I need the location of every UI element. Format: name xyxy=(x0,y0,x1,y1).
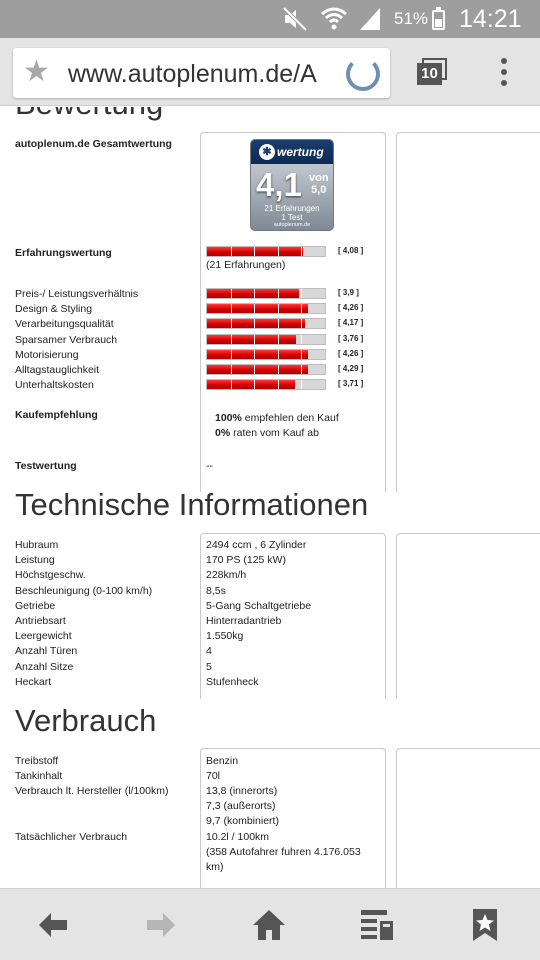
bookmark-star-icon[interactable]: ★ xyxy=(23,57,50,87)
spec-value: 4 xyxy=(206,645,212,657)
technik-column-2 xyxy=(396,533,540,699)
rating-bar xyxy=(206,364,326,375)
spec-label: Beschleunigung (0-100 km/h) xyxy=(15,585,153,597)
criterion-label: Design & Styling xyxy=(15,303,93,315)
spec-label: Leistung xyxy=(15,554,55,566)
back-button[interactable] xyxy=(0,889,108,960)
spec-label: Verbrauch lt. Hersteller (l/100km) xyxy=(15,785,169,797)
forward-button[interactable] xyxy=(108,889,216,960)
browser-toolbar: ★ www.autoplenum.de/A 10 xyxy=(0,38,540,106)
menu-icon[interactable] xyxy=(498,58,510,88)
reload-icon[interactable] xyxy=(346,57,380,91)
bookmarks-button[interactable] xyxy=(432,889,540,960)
spec-value: 228km/h xyxy=(206,569,247,581)
kauf-positive: 100% empfehlen den Kauf xyxy=(215,412,339,424)
spec-label: Höchstgeschw. xyxy=(15,569,86,581)
spec-label: Antriebsart xyxy=(15,615,66,627)
clock: 14:21 xyxy=(459,5,522,33)
rating-value: [ 4,26 ] xyxy=(338,349,364,358)
rating-value: [ 4,08 ] xyxy=(338,246,364,255)
section-heading-bewertung: Bewertung xyxy=(15,107,163,122)
testwertung-value: -- xyxy=(206,460,213,472)
spec-value: 9,7 (kombiniert) xyxy=(206,815,279,827)
badge-score: 4,1 xyxy=(256,166,302,203)
tabs-button[interactable]: 10 xyxy=(417,58,447,86)
spec-value: 70l xyxy=(206,770,221,782)
rating-value: [ 3,76 ] xyxy=(338,334,364,343)
page-content: Bewertung autoplenum.de Gesamtwertung ✱ … xyxy=(0,107,540,888)
rating-value: [ 3,71 ] xyxy=(338,379,364,388)
criterion-label: Unterhaltskosten xyxy=(15,379,94,391)
rating-bar xyxy=(206,349,326,360)
forward-arrow-icon xyxy=(147,913,175,937)
spec-value: 2494 ccm , 6 Zylinder xyxy=(206,539,307,551)
url-text[interactable]: www.autoplenum.de/A xyxy=(68,60,350,89)
spec-label: Getriebe xyxy=(15,600,56,612)
rating-value: [ 3,9 ] xyxy=(338,288,359,297)
spec-value: (358 Autofahrer fuhren 4.176.053 xyxy=(206,846,361,858)
spec-value: Stufenheck xyxy=(206,676,259,688)
home-icon xyxy=(253,910,285,940)
testwertung-label: Testwertung xyxy=(15,460,77,472)
spec-label: Tankinhalt xyxy=(15,770,63,782)
spec-value: 1.550kg xyxy=(206,630,244,642)
home-button[interactable] xyxy=(216,889,324,960)
rating-bar xyxy=(206,379,326,390)
bottom-navigation xyxy=(0,888,540,960)
spec-label: Tatsächlicher Verbrauch xyxy=(15,831,128,843)
spec-value: 7,3 (außerorts) xyxy=(206,800,276,812)
wifi-icon xyxy=(320,6,348,38)
tab-count: 10 xyxy=(417,63,442,85)
criterion-label: Alltagstauglichkeit xyxy=(15,364,100,376)
verbrauch-column-2 xyxy=(396,748,540,888)
erfahrungswertung-label: Erfahrungswertung xyxy=(15,247,112,259)
spec-label: Anzahl Sitze xyxy=(15,661,74,673)
spec-value: 5-Gang Schaltgetriebe xyxy=(206,600,312,612)
spec-value: 10.2l / 100km xyxy=(206,831,270,843)
spec-value: km) xyxy=(206,861,224,873)
section-heading-verbrauch: Verbrauch xyxy=(15,703,157,738)
reading-list-icon xyxy=(361,910,393,940)
spec-label: Treibstoff xyxy=(15,755,59,767)
address-bar[interactable]: ★ www.autoplenum.de/A xyxy=(13,48,390,98)
rating-badge[interactable]: ✱ wertung 4,1 von 5,0 21 Erfahrungen 1 Tes… xyxy=(250,139,334,231)
criterion-label: Verarbeitungsqualität xyxy=(15,318,114,330)
kauf-negative: 0% raten vom Kauf ab xyxy=(215,427,319,439)
spec-value: 13,8 (innerorts) xyxy=(206,785,278,797)
spec-label: Hubraum xyxy=(15,539,59,551)
rating-column-2 xyxy=(396,132,540,492)
rating-bar xyxy=(206,303,326,314)
criterion-label: Motorisierung xyxy=(15,349,79,361)
kaufempfehlung-label: Kaufempfehlung xyxy=(15,409,98,421)
rating-value: [ 4,26 ] xyxy=(338,303,364,312)
rating-bar xyxy=(206,334,326,345)
spec-label: Leergewicht xyxy=(15,630,72,642)
rating-bar xyxy=(206,288,326,299)
mute-icon xyxy=(282,6,308,38)
rating-value: [ 4,17 ] xyxy=(338,318,364,327)
back-arrow-icon xyxy=(39,913,67,937)
gesamtwertung-label: autoplenum.de Gesamtwertung xyxy=(15,138,172,150)
spec-label: Anzahl Türen xyxy=(15,645,78,657)
rating-value: [ 4,29 ] xyxy=(338,364,364,373)
spec-value: 5 xyxy=(206,661,212,673)
rating-bar xyxy=(206,318,326,329)
erfahrung-count: (21 Erfahrungen) xyxy=(206,259,286,271)
spec-value: 170 PS (125 kW) xyxy=(206,554,286,566)
section-heading-technik: Technische Informationen xyxy=(15,487,369,522)
reading-list-button[interactable] xyxy=(324,889,432,960)
rating-bar xyxy=(206,246,326,257)
criterion-label: Sparsamer Verbrauch xyxy=(15,334,118,346)
wertung-logo-icon: ✱ xyxy=(259,144,275,160)
status-bar: 51% 14:21 xyxy=(0,0,540,38)
battery-icon xyxy=(432,7,445,30)
signal-icon xyxy=(358,6,382,38)
battery-percentage: 51% xyxy=(394,9,429,28)
spec-value: Benzin xyxy=(206,755,239,767)
spec-value: 8,5s xyxy=(206,585,226,597)
bookmarks-icon xyxy=(473,909,497,941)
spec-label: Heckart xyxy=(15,676,52,688)
spec-value: Hinterradantrieb xyxy=(206,615,282,627)
criterion-label: Preis-/ Leistungsverhältnis xyxy=(15,288,139,300)
